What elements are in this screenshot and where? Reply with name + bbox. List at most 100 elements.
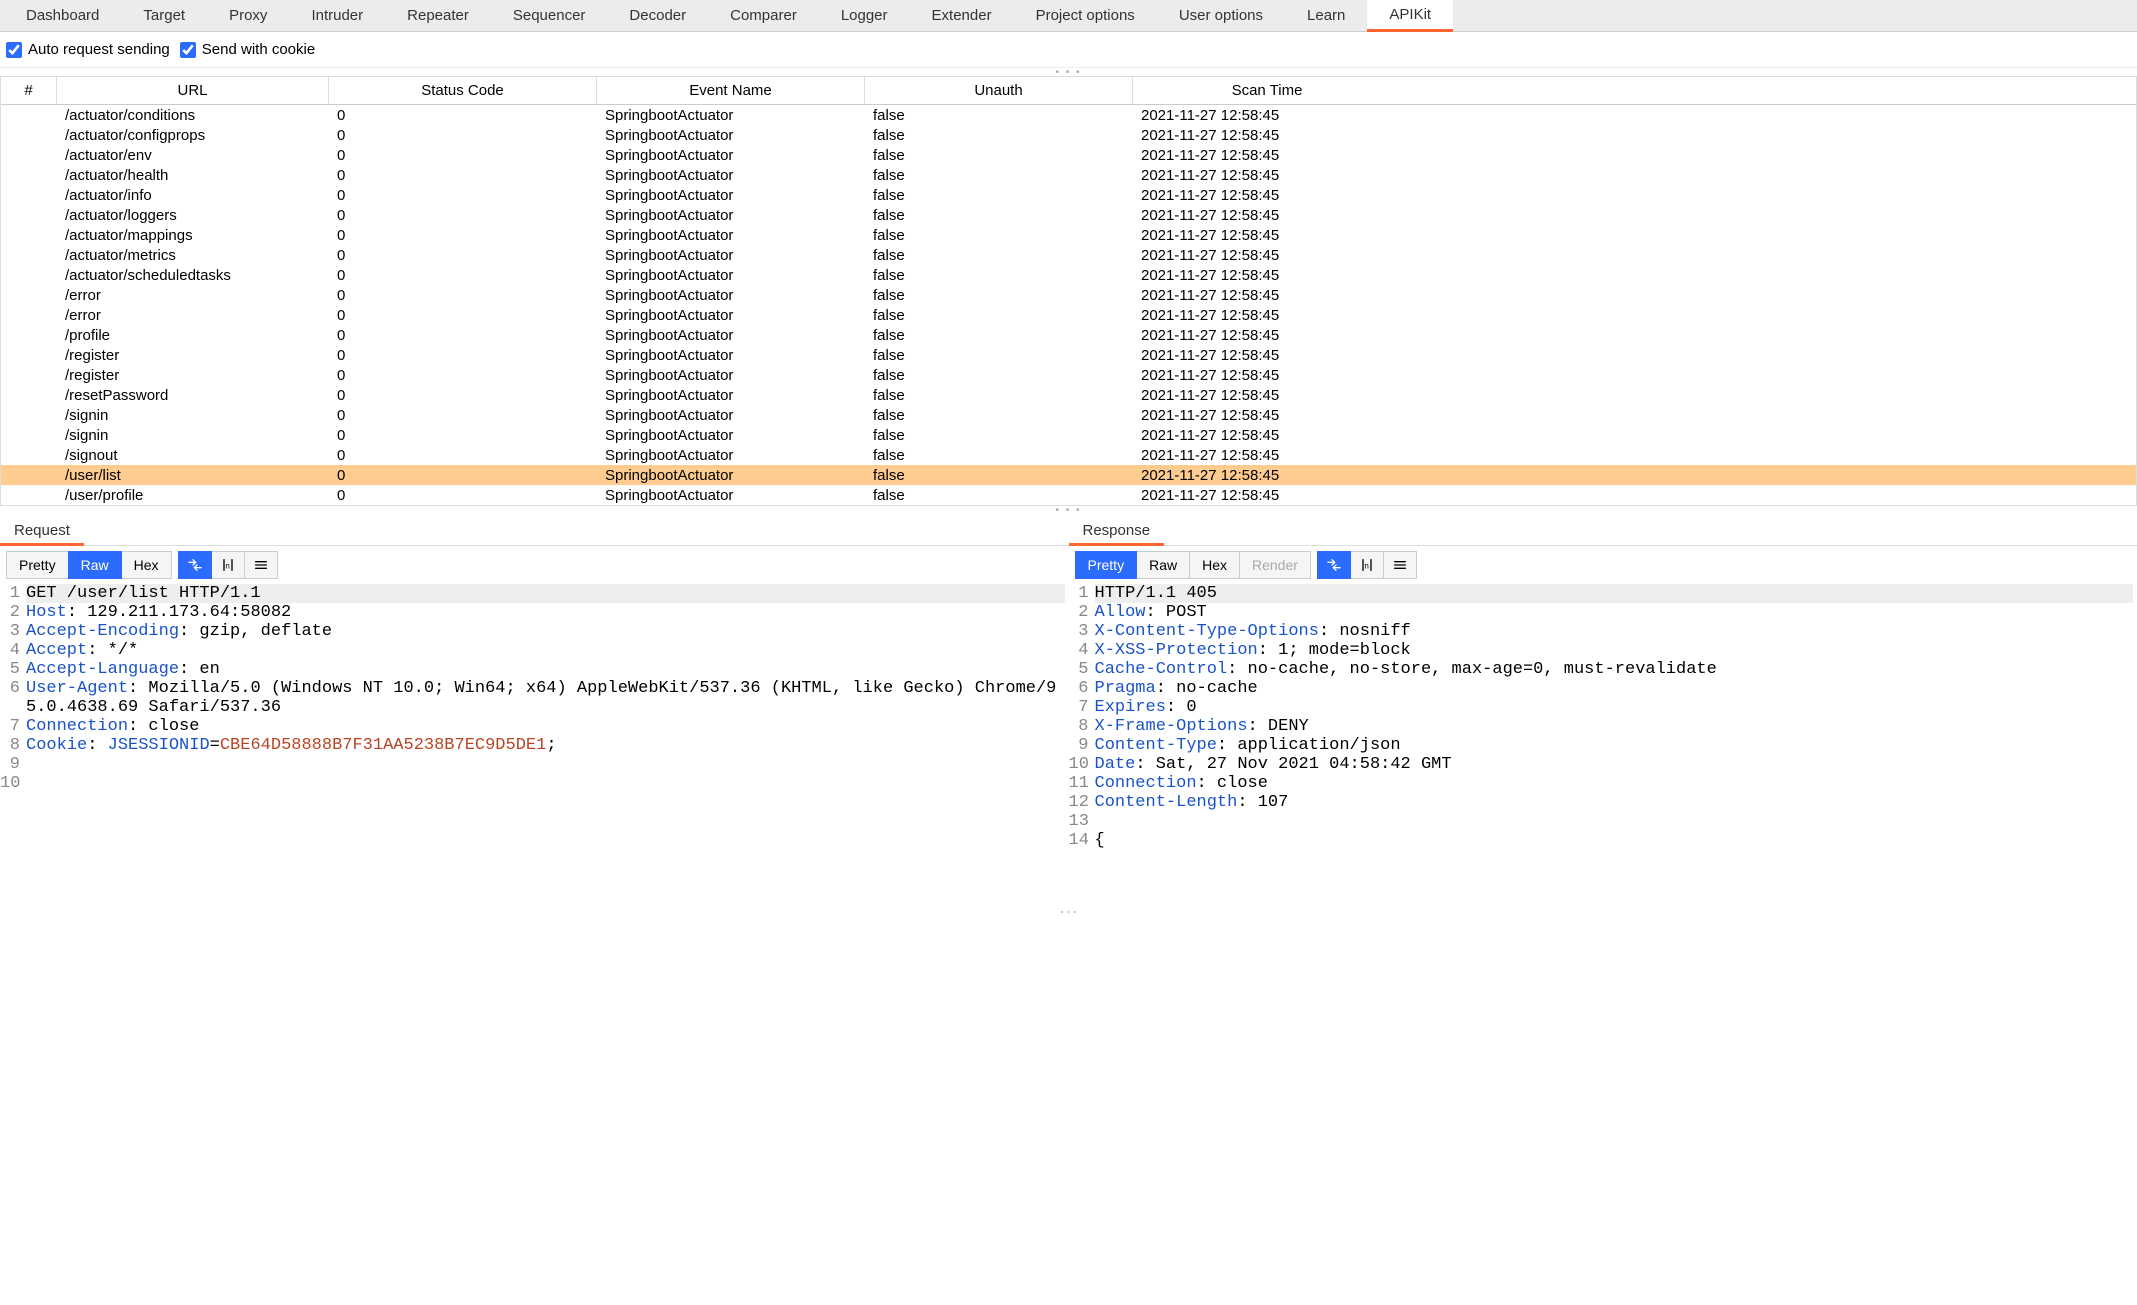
response-editor[interactable]: 1HTTP/1.1 4052Allow: POST3X-Content-Type… bbox=[1069, 584, 2137, 1305]
split-handle-top[interactable]: • • • bbox=[0, 68, 2137, 76]
cell: /register bbox=[57, 346, 329, 365]
col-header-unauth[interactable]: Unauth bbox=[865, 77, 1133, 104]
col-header-url[interactable]: URL bbox=[57, 77, 329, 104]
tab-comparer[interactable]: Comparer bbox=[708, 0, 819, 32]
cell bbox=[1, 154, 57, 156]
tab-dashboard[interactable]: Dashboard bbox=[4, 0, 121, 32]
newline-icon[interactable]: n bbox=[211, 551, 245, 579]
tab-learn[interactable]: Learn bbox=[1285, 0, 1367, 32]
line-text[interactable] bbox=[26, 774, 1065, 793]
line-number: 4 bbox=[1069, 641, 1095, 660]
cell: SpringbootActuator bbox=[597, 106, 865, 125]
table-row[interactable]: /resetPassword0SpringbootActuatorfalse20… bbox=[1, 385, 2136, 405]
table-row[interactable]: /user/list0SpringbootActuatorfalse2021-1… bbox=[1, 465, 2136, 485]
table-row[interactable]: /error0SpringbootActuatorfalse2021-11-27… bbox=[1, 285, 2136, 305]
request-tab[interactable]: Request bbox=[0, 518, 84, 546]
auto-request-checkbox[interactable]: Auto request sending bbox=[6, 41, 170, 58]
tab-logger[interactable]: Logger bbox=[819, 0, 910, 32]
request-editor[interactable]: 1GET /user/list HTTP/1.12Host: 129.211.1… bbox=[0, 584, 1069, 1305]
col-header-event[interactable]: Event Name bbox=[597, 77, 865, 104]
col-header-num[interactable]: # bbox=[1, 77, 57, 104]
table-row[interactable]: /signin0SpringbootActuatorfalse2021-11-2… bbox=[1, 405, 2136, 425]
cell: 0 bbox=[329, 466, 597, 485]
flow-icon[interactable] bbox=[1317, 551, 1351, 579]
col-header-time[interactable]: Scan Time bbox=[1133, 77, 1401, 104]
view-pretty-button[interactable]: Pretty bbox=[6, 551, 69, 579]
table-row[interactable]: /actuator/loggers0SpringbootActuatorfals… bbox=[1, 205, 2136, 225]
table-row[interactable]: /profile0SpringbootActuatorfalse2021-11-… bbox=[1, 325, 2136, 345]
response-tab[interactable]: Response bbox=[1069, 518, 1165, 546]
cell: 2021-11-27 12:58:45 bbox=[1133, 186, 1401, 205]
table-row[interactable]: /actuator/health0SpringbootActuatorfalse… bbox=[1, 165, 2136, 185]
line-text[interactable]: Content-Type: application/json bbox=[1095, 736, 2134, 755]
tab-repeater[interactable]: Repeater bbox=[385, 0, 491, 32]
line-number: 4 bbox=[0, 641, 26, 660]
tab-proxy[interactable]: Proxy bbox=[207, 0, 289, 32]
line-text[interactable]: Content-Length: 107 bbox=[1095, 793, 2134, 812]
table-row[interactable]: /actuator/conditions0SpringbootActuatorf… bbox=[1, 105, 2136, 125]
table-row[interactable]: /signout0SpringbootActuatorfalse2021-11-… bbox=[1, 445, 2136, 465]
tab-sequencer[interactable]: Sequencer bbox=[491, 0, 608, 32]
line-text[interactable]: HTTP/1.1 405 bbox=[1095, 584, 2134, 603]
table-row[interactable]: /register0SpringbootActuatorfalse2021-11… bbox=[1, 345, 2136, 365]
line-text[interactable]: Allow: POST bbox=[1095, 603, 2134, 622]
split-handle-mid[interactable]: • • • bbox=[0, 506, 2137, 514]
view-hex-button[interactable]: Hex bbox=[121, 551, 172, 579]
tab-project-options[interactable]: Project options bbox=[1014, 0, 1157, 32]
line-text[interactable]: Date: Sat, 27 Nov 2021 04:58:42 GMT bbox=[1095, 755, 2134, 774]
line-text[interactable]: X-XSS-Protection: 1; mode=block bbox=[1095, 641, 2134, 660]
view-raw-button[interactable]: Raw bbox=[1136, 551, 1190, 579]
table-row[interactable]: /actuator/mappings0SpringbootActuatorfal… bbox=[1, 225, 2136, 245]
line-number: 14 bbox=[1069, 831, 1095, 850]
col-header-status[interactable]: Status Code bbox=[329, 77, 597, 104]
tab-intruder[interactable]: Intruder bbox=[289, 0, 385, 32]
table-row[interactable]: /register0SpringbootActuatorfalse2021-11… bbox=[1, 365, 2136, 385]
view-pretty-button[interactable]: Pretty bbox=[1075, 551, 1138, 579]
table-row[interactable]: /user/profile0SpringbootActuatorfalse202… bbox=[1, 485, 2136, 505]
table-row[interactable]: /signin0SpringbootActuatorfalse2021-11-2… bbox=[1, 425, 2136, 445]
view-hex-button[interactable]: Hex bbox=[1189, 551, 1240, 579]
send-cookie-checkbox[interactable]: Send with cookie bbox=[180, 41, 315, 58]
response-toolbar: PrettyRawHexRendern bbox=[1069, 546, 2137, 584]
cell: SpringbootActuator bbox=[597, 406, 865, 425]
line-text[interactable]: Host: 129.211.173.64:58082 bbox=[26, 603, 1065, 622]
line-text[interactable]: GET /user/list HTTP/1.1 bbox=[26, 584, 1065, 603]
line-text[interactable] bbox=[26, 755, 1065, 774]
table-row[interactable]: /actuator/scheduledtasks0SpringbootActua… bbox=[1, 265, 2136, 285]
tab-target[interactable]: Target bbox=[121, 0, 207, 32]
line-text[interactable]: Connection: close bbox=[26, 717, 1065, 736]
tab-decoder[interactable]: Decoder bbox=[607, 0, 708, 32]
line-text[interactable]: Accept-Encoding: gzip, deflate bbox=[26, 622, 1065, 641]
cell bbox=[1, 274, 57, 276]
cell: false bbox=[865, 146, 1133, 165]
line-text[interactable]: Cookie: JSESSIONID=CBE64D58888B7F31AA523… bbox=[26, 736, 1065, 755]
table-row[interactable]: /error0SpringbootActuatorfalse2021-11-27… bbox=[1, 305, 2136, 325]
table-row[interactable]: /actuator/metrics0SpringbootActuatorfals… bbox=[1, 245, 2136, 265]
line-text[interactable]: Pragma: no-cache bbox=[1095, 679, 2134, 698]
line-text[interactable]: Accept: */* bbox=[26, 641, 1065, 660]
table-row[interactable]: /actuator/configprops0SpringbootActuator… bbox=[1, 125, 2136, 145]
line-number: 2 bbox=[1069, 603, 1095, 622]
auto-request-input[interactable] bbox=[6, 42, 22, 58]
tab-extender[interactable]: Extender bbox=[910, 0, 1014, 32]
line-text[interactable]: X-Content-Type-Options: nosniff bbox=[1095, 622, 2134, 641]
line-text[interactable]: Expires: 0 bbox=[1095, 698, 2134, 717]
lines-icon[interactable] bbox=[1383, 551, 1417, 579]
table-row[interactable]: /actuator/env0SpringbootActuatorfalse202… bbox=[1, 145, 2136, 165]
line-text[interactable]: Accept-Language: en bbox=[26, 660, 1065, 679]
view-raw-button[interactable]: Raw bbox=[68, 551, 122, 579]
line-text[interactable]: User-Agent: Mozilla/5.0 (Windows NT 10.0… bbox=[26, 679, 1065, 717]
line-text[interactable]: { bbox=[1095, 831, 2134, 850]
flow-icon[interactable] bbox=[178, 551, 212, 579]
line-text[interactable]: Connection: close bbox=[1095, 774, 2134, 793]
newline-icon[interactable]: n bbox=[1350, 551, 1384, 579]
lines-icon[interactable] bbox=[244, 551, 278, 579]
send-cookie-input[interactable] bbox=[180, 42, 196, 58]
table-row[interactable]: /actuator/info0SpringbootActuatorfalse20… bbox=[1, 185, 2136, 205]
split-handle-vertical[interactable]: ⋮ bbox=[1058, 903, 1080, 917]
line-text[interactable]: Cache-Control: no-cache, no-store, max-a… bbox=[1095, 660, 2134, 679]
tab-apikit[interactable]: APIKit bbox=[1367, 0, 1453, 32]
line-text[interactable] bbox=[1095, 812, 2134, 831]
tab-user-options[interactable]: User options bbox=[1157, 0, 1285, 32]
line-text[interactable]: X-Frame-Options: DENY bbox=[1095, 717, 2134, 736]
